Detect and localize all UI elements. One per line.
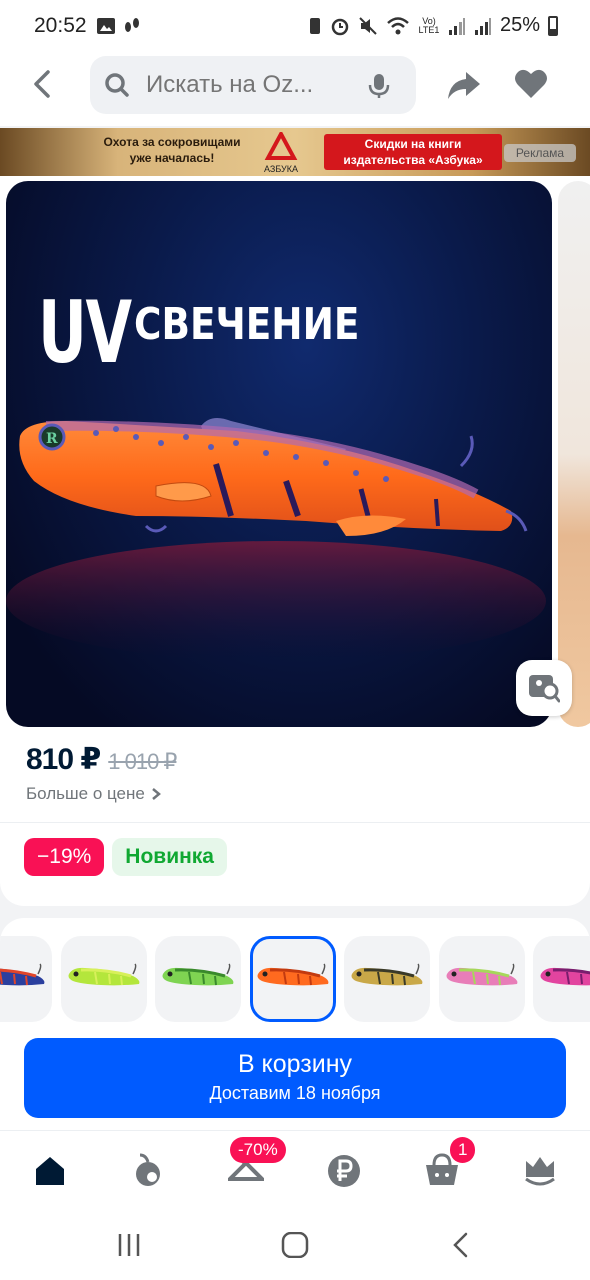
status-left-icons [96, 16, 142, 36]
image-search-icon [529, 675, 560, 703]
cart-count-badge: 1 [450, 1137, 476, 1163]
cart-button-title: В корзину [237, 1050, 353, 1078]
new-badge: Новинка [112, 838, 227, 876]
variant-thumbnail[interactable] [0, 936, 52, 1022]
status-right: Vo) LTE1 25% [308, 14, 558, 37]
ad-banner[interactable]: Охота за сокровищами уже началась! АЗБУК… [0, 128, 590, 176]
image-title-word: СВЕЧЕНИЕ [134, 299, 360, 350]
profile-crown-icon[interactable] [522, 1153, 558, 1189]
chevron-right-icon [152, 788, 161, 800]
product-badges: −19% Новинка [24, 838, 227, 876]
heart-icon[interactable] [514, 68, 548, 100]
back-arrow-icon[interactable] [26, 66, 62, 102]
variant-thumbnail[interactable] [60, 936, 147, 1022]
variant-thumbnail[interactable] [438, 936, 525, 1022]
status-bar: 20:52 Vo) LTE1 25% [0, 0, 590, 56]
ad-red-text: Скидки на книги издательства «Азбука» [324, 134, 502, 170]
share-icon[interactable] [446, 68, 482, 102]
product-card: R UV СВЕЧЕНИЕ 810 ₽ 1 010 ₽ Больше о цен… [0, 176, 590, 906]
system-nav [0, 1210, 590, 1280]
price-current: 810 ₽ [26, 743, 101, 776]
lure-thumbnail-icon [68, 963, 139, 986]
home-button-icon[interactable] [280, 1232, 310, 1258]
discount-badge: −19% [24, 838, 105, 876]
ad-left-text: Охота за сокровищами уже началась! [103, 135, 241, 165]
add-to-cart-button[interactable]: В корзину Доставим 18 ноября [24, 1038, 566, 1118]
signal-icon [448, 17, 465, 35]
gallery-icon [97, 18, 115, 34]
battery-text: 25% [499, 14, 540, 36]
home-icon[interactable] [32, 1153, 68, 1189]
price-row: 810 ₽ 1 010 ₽ [26, 742, 177, 777]
variant-thumbnail[interactable] [533, 936, 590, 1022]
variant-thumbnail[interactable] [155, 936, 241, 1022]
search-icon [105, 73, 129, 97]
sale-badge: -70% [230, 1137, 286, 1163]
search-box[interactable] [90, 56, 416, 114]
recent-apps-icon[interactable] [114, 1232, 144, 1258]
zoom-button[interactable] [516, 660, 572, 716]
bottom-nav: -70% 1 [0, 1130, 590, 1210]
svg-text:R: R [46, 431, 58, 447]
product-image[interactable]: R UV СВЕЧЕНИЕ [6, 181, 552, 727]
lure-thumbnail-icon [162, 963, 234, 986]
ruble-icon[interactable] [326, 1153, 362, 1189]
price-old: 1 010 ₽ [108, 749, 177, 774]
lure-thumbnail-icon [0, 963, 45, 986]
variant-thumbnail[interactable] [344, 936, 430, 1022]
more-about-price-label: Больше о цене [26, 784, 145, 803]
battery-saver-icon [309, 17, 320, 34]
lte-label: Vo) LTE1 [418, 15, 440, 35]
signal-2-icon [474, 17, 491, 35]
microphone-icon[interactable] [368, 73, 390, 99]
more-about-price-link[interactable]: Больше о цене [26, 784, 161, 804]
lure-thumbnail-icon [257, 963, 328, 986]
alarm-icon [331, 18, 349, 35]
lure-thumbnail-icon [446, 963, 517, 986]
lure-thumbnail-icon [540, 967, 590, 986]
image-title-uv: UV [38, 283, 132, 383]
ad-badge: Реклама [504, 144, 576, 162]
header [0, 56, 590, 126]
status-time: 20:52 [34, 14, 87, 37]
azbuka-logo: АЗБУКА [258, 129, 304, 174]
search-input[interactable] [146, 71, 336, 99]
mute-icon [359, 16, 377, 35]
fresh-icon[interactable] [130, 1153, 166, 1189]
next-image-preview[interactable] [558, 181, 590, 727]
back-button-icon[interactable] [446, 1232, 476, 1258]
battery-icon [548, 15, 558, 36]
wifi-icon [387, 16, 409, 34]
lure-thumbnail-icon [351, 963, 423, 986]
steps-icon [125, 18, 139, 32]
ad-logo-text: АЗБУКА [263, 164, 298, 174]
fishing-lure-illustration: R [6, 417, 546, 661]
divider [0, 822, 590, 823]
variant-thumbnail[interactable] [249, 936, 336, 1022]
cart-button-subtitle: Доставим 18 ноября [209, 1083, 381, 1103]
